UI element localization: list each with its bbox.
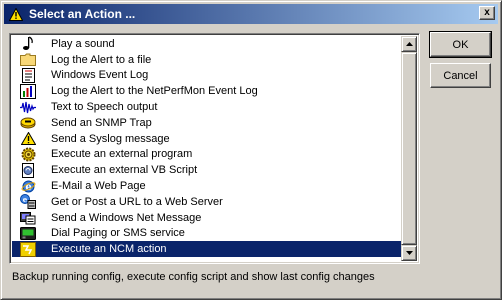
svg-text:e: e: [23, 195, 28, 204]
list-item-label: Send an SNMP Trap: [51, 116, 152, 129]
list-item-label: E-Mail a Web Page: [51, 180, 146, 193]
scroll-down-button[interactable]: [401, 245, 417, 261]
arrow-down-icon: [405, 251, 413, 255]
list-item[interactable]: Send an SNMP Trap: [12, 115, 401, 131]
ncm-action-icon: [20, 241, 36, 257]
action-description: Backup running config, execute config sc…: [12, 271, 375, 283]
gear-icon: [20, 147, 36, 162]
list-item-label: Dial Paging or SMS service: [51, 227, 185, 240]
action-list-items: Play a sound Log the Alert to a file Windo…: [12, 36, 401, 258]
sound-wave-icon: [20, 100, 36, 115]
list-item[interactable]: Text to Speech output: [12, 99, 401, 115]
ie-globe-icon: e: [20, 179, 36, 194]
list-item-label: Log the Alert to the NetPerfMon Event Lo…: [51, 85, 258, 98]
list-item[interactable]: Execute an NCM action: [12, 241, 401, 258]
list-item-label: Windows Event Log: [51, 69, 149, 82]
list-item-label: Text to Speech output: [51, 101, 158, 114]
web-server-icon: e: [20, 194, 36, 210]
event-log-icon: [20, 67, 36, 83]
script-icon: [20, 162, 36, 178]
window-title: Select an Action ...: [29, 7, 136, 21]
list-item-label: Send a Syslog message: [51, 132, 170, 145]
list-item-label: Execute an NCM action: [51, 243, 167, 256]
list-item[interactable]: e Get or Post a URL to a Web Server: [12, 194, 401, 210]
scroll-up-button[interactable]: [401, 36, 417, 52]
close-icon: x: [484, 7, 490, 18]
cancel-button[interactable]: Cancel: [430, 63, 491, 88]
pager-icon: [20, 226, 36, 241]
list-item[interactable]: Windows Event Log: [12, 67, 401, 84]
list-item-label: Send a Windows Net Message: [51, 211, 202, 224]
arrow-up-icon: [405, 42, 413, 46]
netperfmon-log-icon: [20, 83, 36, 99]
list-item[interactable]: Execute an external VB Script: [12, 162, 401, 178]
title-bar[interactable]: Select an Action ... x: [4, 4, 498, 24]
list-item[interactable]: Dial Paging or SMS service: [12, 226, 401, 242]
snmp-trap-icon: [20, 115, 36, 130]
warning-triangle-icon: [8, 6, 24, 22]
close-button[interactable]: x: [479, 6, 495, 20]
list-item-label: Log the Alert to a file: [51, 53, 152, 66]
list-item[interactable]: Execute an external program: [12, 147, 401, 163]
list-item-label: Execute an external VB Script: [51, 164, 198, 177]
scrollbar-thumb[interactable]: [401, 52, 417, 245]
music-note-icon: [20, 36, 36, 51]
net-message-icon: [20, 210, 36, 225]
list-item-label: Execute an external program: [51, 148, 193, 161]
ok-button[interactable]: OK: [429, 31, 492, 58]
action-list[interactable]: Play a sound Log the Alert to a file Windo…: [9, 33, 420, 264]
list-item[interactable]: Log the Alert to a file: [12, 52, 401, 68]
select-action-dialog: Select an Action ... x Play a sound Log t…: [0, 0, 502, 300]
syslog-triangle-icon: [20, 131, 36, 146]
list-item[interactable]: Play a sound: [12, 36, 401, 52]
vertical-scrollbar[interactable]: [401, 36, 417, 261]
list-item[interactable]: Log the Alert to the NetPerfMon Event Lo…: [12, 83, 401, 99]
list-item-label: Get or Post a URL to a Web Server: [51, 195, 223, 208]
list-item[interactable]: e E-Mail a Web Page: [12, 178, 401, 194]
folder-icon: [20, 52, 36, 67]
list-item[interactable]: Send a Windows Net Message: [12, 210, 401, 226]
list-item[interactable]: Send a Syslog message: [12, 131, 401, 147]
list-item-label: Play a sound: [51, 37, 115, 50]
